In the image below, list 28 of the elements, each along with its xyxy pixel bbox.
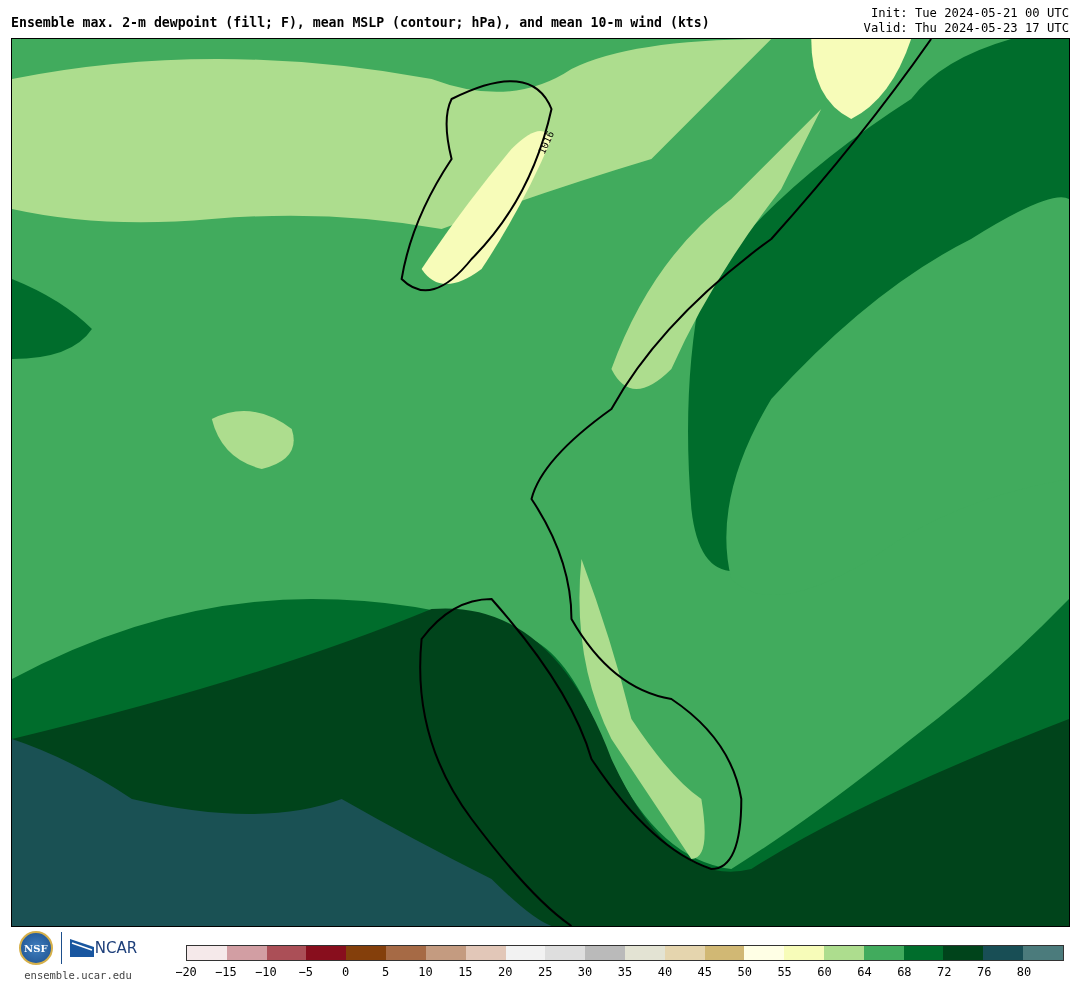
nsf-logo: NSF [18,931,53,965]
colorbar-tick-label: 0 [342,965,350,979]
colorbar-tick-label: 20 [498,965,513,979]
colorbar-tick-label: 50 [737,965,752,979]
colorbar-tick-label: 45 [697,965,713,979]
colorbar-tick-label: 76 [976,965,992,979]
chart-title: Ensemble max. 2-m dewpoint (fill; F), mean MSLP (contour; hPa), and mean 10-m wind (kts) [11,15,710,32]
colorbar-tick-label: −10 [254,965,277,979]
init-time: Init: Tue 2024-05-21 00 UTC [870,6,1069,21]
colorbar-tick-label: 80 [1016,965,1032,979]
colorbar-tick-label: 72 [937,965,952,979]
colorbar-tick-label: 10 [418,965,433,979]
ncar-logo: NCAR [69,939,138,957]
colorbar-tick-label: 35 [617,965,633,979]
colorbar-tick-label: 15 [458,965,473,979]
colorbar-tick-label: 5 [381,965,390,979]
colorbar-tick-label: −20 [175,965,197,979]
site-url: ensemble.ucar.edu [24,969,132,981]
colorbar-tick-label: 64 [857,965,872,979]
colorbar-tick-label: −5 [298,965,313,979]
valid-time: Valid: Thu 2024-05-23 17 UTC [863,21,1069,36]
colorbar-tick-label: 30 [577,965,593,979]
colorbar-tick-label: 25 [537,965,553,979]
colorbar-tick-label: 68 [897,965,912,979]
colorbar-tick-label: 55 [777,965,792,979]
colorbar-tick-label: 60 [817,965,832,979]
colorbar-tick-label: 40 [657,965,673,979]
colorbar-tick-label: −15 [215,965,237,979]
